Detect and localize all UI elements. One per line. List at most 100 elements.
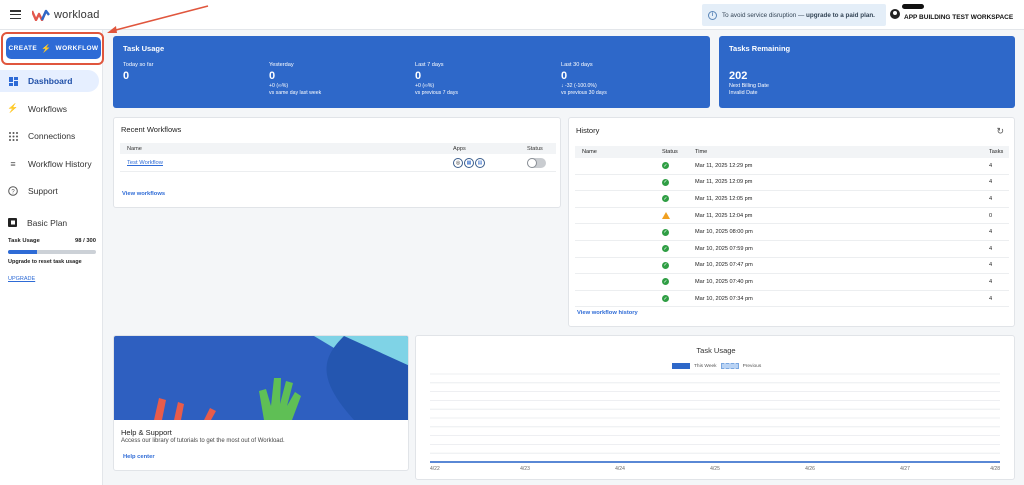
- tasks-remaining-value: 202: [729, 70, 748, 82]
- x-tick-label: 4/23: [520, 466, 530, 472]
- history-row[interactable]: ✓ Mar 10, 2025 07:59 pm 4: [575, 241, 1009, 258]
- history-table-body: ✓ Mar 11, 2025 12:29 pm 4 ✓ Mar 11, 2025 12:…: [575, 158, 1009, 308]
- success-icon: ✓: [662, 228, 669, 236]
- create-workflow-button[interactable]: CREATE ⚡ WORKFLOW: [6, 37, 101, 59]
- history-row-tasks: 0: [989, 212, 993, 219]
- history-row-tasks: 4: [989, 179, 993, 186]
- plan-usage-label: Task Usage: [8, 238, 40, 244]
- history-row[interactable]: ✓ Mar 10, 2025 07:47 pm 4: [575, 258, 1009, 275]
- workflow-status-toggle[interactable]: [527, 157, 546, 168]
- connections-icon: [8, 131, 18, 141]
- table-row: Test Workflow ◎ ▦ ▤: [120, 154, 556, 172]
- history-table-header: Name Status Time Tasks: [575, 146, 1009, 158]
- view-workflows-link[interactable]: View workflows: [122, 191, 165, 197]
- workspace-name: APP BUILDING TEST WORKSPACE: [904, 14, 1014, 21]
- plan-usage-bar-fill: [8, 250, 37, 254]
- history-row[interactable]: ✓ Mar 11, 2025 12:09 pm 4: [575, 175, 1009, 192]
- tasks-remaining-title: Tasks Remaining: [729, 44, 791, 53]
- x-tick-label: 4/24: [615, 466, 625, 472]
- success-icon: ✓: [662, 195, 669, 203]
- app-logo[interactable]: workload: [32, 8, 100, 22]
- plan-usage-value: 98 / 300: [75, 238, 96, 244]
- upgrade-banner: i To avoid service disruption — upgrade …: [702, 4, 886, 26]
- stat-yesterday: Yesterday 0 +0 (∞%) vs same day last wee…: [269, 62, 322, 96]
- sidebar-nav: Dashboard ⚡ Workflows Connections ≡ Work…: [0, 70, 100, 208]
- x-tick-label: 4/25: [710, 466, 720, 472]
- history-row-tasks: 4: [989, 295, 993, 302]
- success-icon: ✓: [662, 162, 669, 170]
- task-usage-chart-card: Task Usage This Week Previous 4/22 4/23 4/…: [415, 335, 1015, 480]
- upgrade-link[interactable]: UPGRADE: [8, 276, 96, 282]
- history-row-time: Mar 10, 2025 07:59 pm: [695, 245, 753, 252]
- history-row[interactable]: ✓ Mar 10, 2025 07:34 pm 4: [575, 291, 1009, 308]
- success-icon: ✓: [662, 278, 669, 286]
- menu-icon[interactable]: [10, 10, 21, 20]
- tasks-remaining-card: Tasks Remaining 202 Next Billing Date In…: [719, 36, 1015, 108]
- sidebar-item-workflows[interactable]: ⚡ Workflows: [0, 98, 100, 120]
- task-usage-stats: Today so far 0 Yesterday 0 +0 (∞%) vs sa…: [123, 62, 707, 96]
- sidebar-item-workflow-history[interactable]: ≡ Workflow History: [0, 153, 100, 175]
- sidebar: CREATE ⚡ WORKFLOW Dashboard ⚡ Workflows …: [0, 30, 104, 485]
- workflow-link[interactable]: Test Workflow: [127, 160, 163, 166]
- sidebar-item-connections[interactable]: Connections: [0, 125, 100, 147]
- warning-icon: [662, 212, 670, 220]
- x-tick-label: 4/28: [990, 466, 1000, 472]
- history-row[interactable]: Mar 11, 2025 12:04 pm 0: [575, 208, 1009, 225]
- plan-name: Basic Plan: [27, 218, 68, 228]
- stat-last-30-days: Last 30 days 0 ↓ -32 (-100.0%) vs previo…: [561, 62, 607, 96]
- plan-usage-row: Task Usage 98 / 300: [8, 238, 96, 244]
- history-row-time: Mar 10, 2025 07:34 pm: [695, 295, 753, 302]
- next-billing-label: Next Billing Date: [729, 83, 769, 89]
- workload-logo-icon: [32, 9, 50, 21]
- history-row[interactable]: ✓ Mar 11, 2025 12:29 pm 4: [575, 158, 1009, 175]
- upgrade-link[interactable]: upgrade to a paid plan.: [806, 12, 875, 19]
- calendar-app-icon: ▦: [464, 157, 474, 168]
- refresh-icon[interactable]: ↻: [996, 126, 1004, 137]
- history-title: History: [576, 126, 600, 135]
- history-row-tasks: 4: [989, 245, 993, 252]
- workflows-icon: ⚡: [7, 103, 19, 113]
- x-tick-label: 4/22: [430, 466, 440, 472]
- sidebar-item-dashboard[interactable]: Dashboard: [0, 70, 99, 92]
- history-row-tasks: 4: [989, 162, 993, 169]
- account-icon: [890, 8, 900, 19]
- support-icon: ?: [8, 186, 18, 196]
- sheets-app-icon: ▤: [475, 157, 485, 168]
- next-billing-value: Invalid Date: [729, 90, 758, 96]
- annotation-arrow: [107, 5, 209, 33]
- stat-today: Today so far 0: [123, 62, 154, 82]
- history-row-tasks: 4: [989, 195, 993, 202]
- create-workflow-highlight: CREATE ⚡ WORKFLOW: [1, 32, 104, 65]
- openai-app-icon: ◎: [453, 157, 463, 168]
- recent-workflows-card: Recent Workflows Name Apps Status Test W…: [113, 117, 561, 208]
- history-row-time: Mar 11, 2025 12:05 pm: [695, 195, 753, 202]
- task-usage-card: Task Usage Today so far 0 Yesterday 0 +0…: [113, 36, 710, 108]
- banner-text: To avoid service disruption — upgrade to…: [722, 11, 875, 19]
- view-workflow-history-link[interactable]: View workflow history: [577, 310, 638, 316]
- plan-panel: Basic Plan Task Usage 98 / 300 Upgrade t…: [8, 216, 96, 282]
- history-row[interactable]: ✓ Mar 10, 2025 07:40 pm 4: [575, 274, 1009, 291]
- help-subtitle: Access our library of tutorials to get t…: [121, 438, 285, 444]
- recent-workflows-title: Recent Workflows: [121, 125, 182, 134]
- account-menu[interactable]: APP BUILDING TEST WORKSPACE: [890, 6, 1013, 21]
- history-row-tasks: 4: [989, 278, 993, 285]
- sidebar-item-support[interactable]: ? Support: [0, 180, 100, 202]
- history-row-time: Mar 10, 2025 08:00 pm: [695, 229, 753, 236]
- history-row[interactable]: ✓ Mar 11, 2025 12:05 pm 4: [575, 191, 1009, 208]
- x-tick-label: 4/26: [805, 466, 815, 472]
- workflow-apps: ◎ ▦ ▤: [453, 157, 527, 168]
- help-center-link[interactable]: Help center: [123, 454, 155, 460]
- bolt-icon: ⚡: [41, 43, 52, 53]
- history-row-time: Mar 10, 2025 07:47 pm: [695, 262, 753, 269]
- recent-workflows-table: Name Apps Status Test Workflow ◎ ▦ ▤: [120, 143, 556, 172]
- help-illustration: [114, 336, 408, 420]
- success-icon: ✓: [662, 245, 669, 253]
- chart-plot: 4/22 4/23 4/24 4/25 4/26 4/27 4/28: [430, 373, 1000, 472]
- task-usage-title: Task Usage: [123, 44, 165, 53]
- help-support-card: Help & Support Access our library of tut…: [113, 335, 409, 471]
- history-row-time: Mar 10, 2025 07:40 pm: [695, 278, 753, 285]
- history-row-tasks: 4: [989, 262, 993, 269]
- success-icon: ✓: [662, 178, 669, 186]
- history-row[interactable]: ✓ Mar 10, 2025 08:00 pm 4: [575, 224, 1009, 241]
- history-row-time: Mar 11, 2025 12:04 pm: [695, 212, 753, 219]
